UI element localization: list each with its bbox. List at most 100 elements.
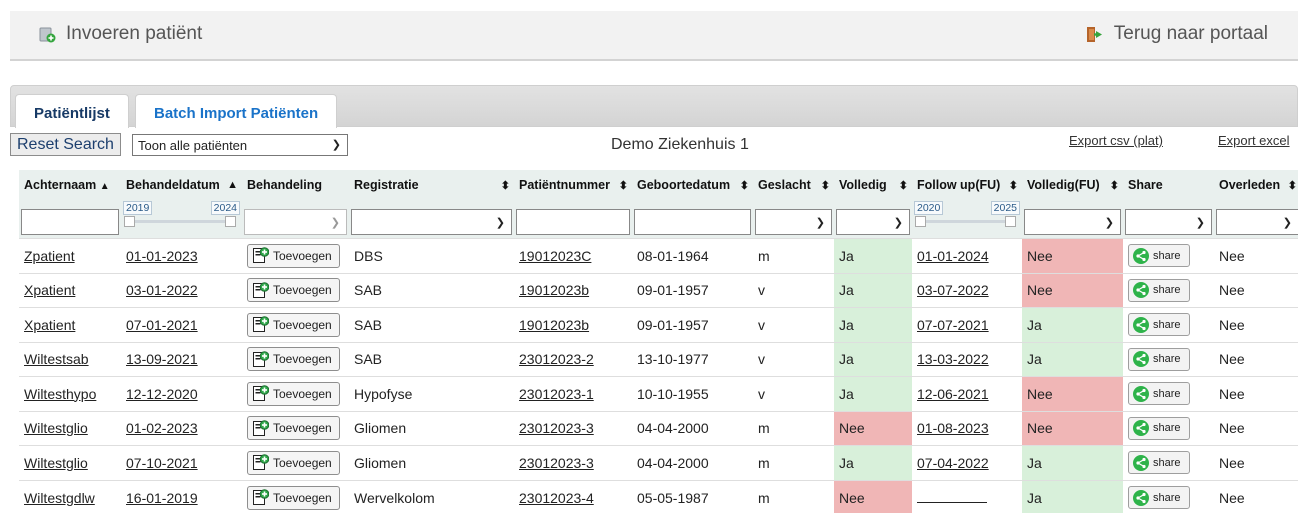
cell-geboortedatum: 04-04-2000 (632, 445, 753, 480)
add-treatment-button[interactable]: Toevoegen (247, 243, 340, 268)
follow-up-date-link[interactable]: 12-06-2021 (917, 386, 989, 402)
treatment-date-link[interactable]: 12-12-2020 (126, 386, 198, 402)
volledig-fu-filter-select[interactable]: ❯ (1024, 209, 1121, 235)
share-label: share (1153, 491, 1181, 504)
col-header-patientnummer[interactable]: Patiëntnummer ⬍ (514, 170, 632, 200)
col-header-behandeling: Behandeling (242, 170, 349, 200)
range-from-handle[interactable] (915, 216, 926, 227)
patient-number-link[interactable]: 19012023C (519, 248, 591, 264)
registration-value: DBS (354, 247, 383, 264)
cell-share: share (1123, 307, 1214, 342)
share-button[interactable]: share (1128, 382, 1190, 406)
range-to-handle[interactable] (225, 216, 236, 227)
col-header-geboortedatum[interactable]: Geboortedatum ⬍ (632, 170, 753, 200)
back-to-portal-link[interactable]: Terug naar portaal (1086, 23, 1268, 45)
reset-search-button[interactable]: Reset Search (10, 133, 121, 156)
patient-name-link[interactable]: Wiltestgdlw (24, 490, 95, 506)
patient-number-link[interactable]: 19012023b (519, 282, 589, 298)
follow-up-range-filter[interactable]: 2020 2025 (914, 201, 1020, 235)
birth-date-value: 05-05-1987 (637, 489, 709, 506)
tab-patient-list[interactable]: Patiëntlijst (15, 94, 129, 128)
col-header-overleden[interactable]: Overleden ⬍ (1214, 170, 1298, 200)
add-treatment-button[interactable]: Toevoegen (247, 312, 340, 337)
treatment-date-link[interactable]: 07-10-2021 (126, 455, 198, 471)
add-treatment-button[interactable]: Toevoegen (247, 485, 340, 510)
volledig-filter-select[interactable]: ❯ (836, 209, 910, 235)
patient-number-link[interactable]: 19012023b (519, 317, 589, 333)
treatment-date-link[interactable]: 03-01-2022 (126, 282, 198, 298)
tab-batch-import[interactable]: Batch Import Patiënten (135, 94, 338, 128)
complete-value: Nee (839, 489, 865, 506)
add-treatment-button[interactable]: Toevoegen (247, 416, 340, 441)
patient-number-link[interactable]: 23012023-3 (519, 420, 594, 436)
cell-share: share (1123, 479, 1214, 513)
share-icon (1133, 316, 1149, 333)
col-header-behandeldatum[interactable]: Behandeldatum ▲︎ (121, 170, 242, 200)
patient-number-link[interactable]: 23012023-2 (519, 351, 594, 367)
follow-up-date-link[interactable]: 07-04-2022 (917, 455, 989, 471)
follow-up-date-link[interactable]: 01-01-2024 (917, 248, 989, 264)
cell-follow-up (912, 479, 1022, 513)
add-treatment-button[interactable]: Toevoegen (247, 347, 340, 372)
patient-name-link[interactable]: Wiltestsab (24, 351, 89, 367)
share-button[interactable]: share (1128, 486, 1190, 509)
treatment-date-link[interactable]: 13-09-2021 (126, 351, 198, 367)
export-excel-link[interactable]: Export excel (1218, 133, 1290, 148)
behandeldatum-range-filter[interactable]: 2019 2024 (123, 201, 240, 235)
share-button[interactable]: share (1128, 313, 1190, 337)
behandeling-filter-select[interactable]: ❯ (244, 209, 347, 235)
treatment-date-link[interactable]: 07-01-2021 (126, 317, 198, 333)
range-to-handle[interactable] (1005, 216, 1016, 227)
follow-up-empty-link[interactable] (917, 493, 987, 503)
share-button[interactable]: share (1128, 244, 1190, 268)
registratie-filter-select[interactable]: ❯ (351, 209, 512, 235)
col-label: Patiëntnummer (519, 178, 610, 192)
cell-patientnummer: 23012023-3 (514, 445, 632, 480)
range-from-handle[interactable] (124, 216, 135, 227)
patient-filter-select[interactable]: Toon alle patiënten ❯ (132, 134, 348, 156)
share-button[interactable]: share (1128, 416, 1190, 440)
col-header-volledig-fu[interactable]: Volledig(FU) ⬍ (1022, 170, 1123, 200)
patient-number-link[interactable]: 23012023-3 (519, 455, 594, 471)
geboortedatum-filter-input[interactable] (634, 209, 751, 235)
col-label: Geboortedatum (637, 178, 731, 192)
patient-name-link[interactable]: Wiltestglio (24, 420, 88, 436)
treatment-date-link[interactable]: 16-01-2019 (126, 490, 198, 506)
add-treatment-button[interactable]: Toevoegen (247, 381, 340, 406)
achternaam-filter-input[interactable] (21, 209, 119, 235)
col-header-geslacht[interactable]: Geslacht ⬍ (753, 170, 834, 200)
follow-up-date-link[interactable]: 07-07-2021 (917, 317, 989, 333)
add-treatment-button[interactable]: Toevoegen (247, 450, 340, 475)
patient-name-link[interactable]: Wiltesthypo (24, 386, 96, 402)
follow-up-date-link[interactable]: 13-03-2022 (917, 351, 989, 367)
patientnummer-filter-input[interactable] (516, 209, 630, 235)
patient-name-link[interactable]: Wiltestglio (24, 455, 88, 471)
share-button[interactable]: share (1128, 278, 1190, 302)
col-label: Behandeling (247, 178, 323, 192)
col-header-achternaam[interactable]: Achternaam ▲ (19, 170, 121, 200)
col-header-registratie[interactable]: Registratie ⬍ (349, 170, 514, 200)
geslacht-filter-select[interactable]: ❯ (755, 209, 832, 235)
patient-name-link[interactable]: Zpatient (24, 248, 75, 264)
cell-geslacht: m (753, 238, 834, 273)
patient-number-link[interactable]: 23012023-4 (519, 490, 594, 506)
col-header-follow-up[interactable]: Follow up(FU) ⬍ (912, 170, 1022, 200)
treatment-date-link[interactable]: 01-02-2023 (126, 420, 198, 436)
add-patient-link[interactable]: Invoeren patiënt (38, 23, 202, 45)
col-header-volledig[interactable]: Volledig ⬍ (834, 170, 912, 200)
treatment-date-link[interactable]: 01-01-2023 (126, 248, 198, 264)
follow-up-date-link[interactable]: 03-07-2022 (917, 282, 989, 298)
share-filter-select[interactable]: ❯ (1125, 209, 1212, 235)
cell-patientnummer: 23012023-4 (514, 479, 632, 513)
cell-behandeldatum: 07-10-2021 (121, 445, 242, 480)
complete-fu-value: Nee (1027, 247, 1053, 264)
patient-number-link[interactable]: 23012023-1 (519, 386, 594, 402)
share-button[interactable]: share (1128, 451, 1190, 475)
add-treatment-button[interactable]: Toevoegen (247, 278, 340, 303)
overleden-filter-select[interactable]: ❯ (1216, 209, 1298, 235)
patient-name-link[interactable]: Xpatient (24, 317, 75, 333)
share-button[interactable]: share (1128, 347, 1190, 371)
patient-name-link[interactable]: Xpatient (24, 282, 75, 298)
export-csv-link[interactable]: Export csv (plat) (1069, 133, 1163, 148)
follow-up-date-link[interactable]: 01-08-2023 (917, 420, 989, 436)
